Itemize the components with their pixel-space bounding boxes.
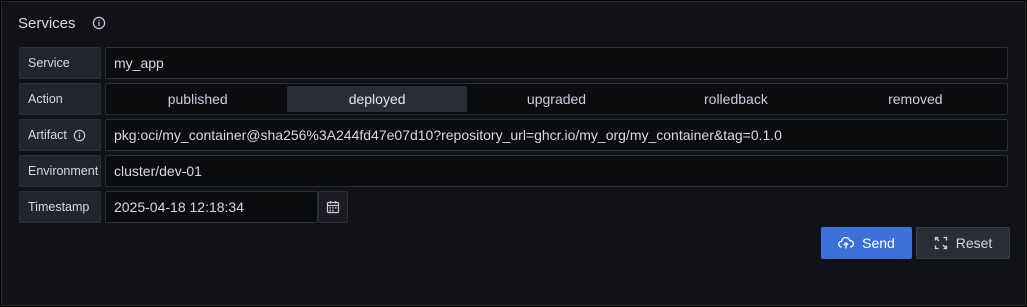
calendar-icon	[326, 200, 340, 214]
artifact-info-icon[interactable]	[73, 129, 86, 142]
action-row: Action published deployed upgraded rolle…	[19, 83, 1008, 115]
environment-input[interactable]: cluster/dev-01	[105, 155, 1008, 187]
service-label: Service	[19, 47, 101, 79]
action-option-deployed[interactable]: deployed	[287, 86, 467, 112]
send-label: Send	[862, 235, 895, 251]
artifact-input[interactable]: pkg:oci/my_container@sha256%3A244fd47e07…	[105, 119, 1008, 151]
timestamp-label: Timestamp	[19, 191, 101, 223]
panel-header: Services	[18, 12, 106, 34]
info-icon[interactable]	[92, 16, 106, 30]
artifact-label-cell: Artifact	[19, 119, 101, 151]
action-option-upgraded[interactable]: upgraded	[467, 86, 646, 112]
environment-row: Environment cluster/dev-01	[19, 155, 1008, 187]
panel-title: Services	[18, 14, 76, 32]
action-option-removed[interactable]: removed	[826, 86, 1005, 112]
service-row: Service my_app	[19, 47, 1008, 79]
timestamp-input[interactable]: 2025-04-18 12:18:34	[105, 191, 318, 223]
artifact-label: Artifact	[28, 128, 67, 142]
send-button[interactable]: Send	[821, 227, 912, 259]
services-panel: Services Service my_app Action published…	[1, 1, 1026, 306]
environment-label: Environment	[19, 155, 101, 187]
reset-button[interactable]: Reset	[916, 227, 1010, 259]
calendar-button[interactable]	[318, 191, 348, 223]
artifact-row: Artifact pkg:oci/my_container@sha256%3A2…	[19, 119, 1008, 151]
timestamp-row: Timestamp 2025-04-18 12:18:34	[19, 191, 348, 223]
action-option-rolledback[interactable]: rolledback	[646, 86, 825, 112]
reset-icon	[934, 236, 948, 250]
service-input[interactable]: my_app	[105, 47, 1008, 79]
action-radio-group: published deployed upgraded rolledback r…	[105, 83, 1008, 115]
action-option-published[interactable]: published	[108, 86, 287, 112]
cloud-upload-icon	[838, 236, 855, 250]
reset-label: Reset	[955, 235, 993, 251]
action-label: Action	[19, 83, 101, 115]
